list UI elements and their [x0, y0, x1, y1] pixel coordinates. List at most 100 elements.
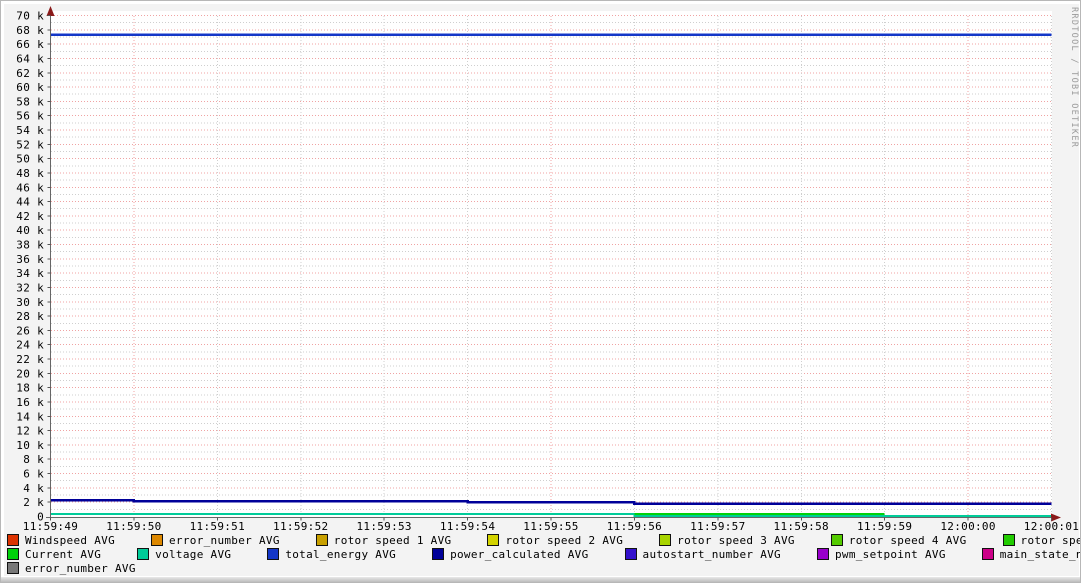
legend-item: voltage AVG: [137, 548, 231, 561]
y-axis-label: 8 k: [23, 453, 44, 466]
x-axis-label: 11:59:56: [607, 520, 662, 533]
legend-item: pwm_setpoint AVG: [817, 548, 946, 561]
y-axis-label: 38 k: [16, 239, 44, 252]
legend-label: rotor speed 3 AVG: [677, 534, 795, 547]
x-axis-label: 11:59:49: [23, 520, 78, 533]
y-axis-label: 44 k: [16, 196, 44, 209]
legend-swatch-icon: [659, 534, 671, 546]
y-axis-label: 42 k: [16, 210, 44, 223]
legend-item: rotor speed 4 AVG: [831, 534, 967, 547]
legend-row: Windspeed AVG error_number AVG rotor speed…: [7, 533, 1081, 547]
y-axis-label: 36 k: [16, 253, 44, 266]
legend-label: pwm_setpoint AVG: [835, 548, 946, 561]
legend-swatch-icon: [487, 534, 499, 546]
rrdtool-graph-page: 70 k68 k66 k64 k 62 k60 k58 k 56 k54 k52 k…: [0, 0, 1081, 583]
legend-swatch-icon: [267, 548, 279, 560]
y-axis-label: 56 k: [16, 110, 44, 123]
x-axis-label: 11:59:53: [356, 520, 411, 533]
x-axis-label: 11:59:57: [690, 520, 745, 533]
legend-label: error_number AVG: [25, 562, 136, 575]
legend-label: total_energy AVG: [285, 548, 396, 561]
x-axis-label: 12:00:01: [1024, 520, 1079, 533]
y-axis-label: 20 k: [16, 367, 44, 380]
y-axis-label: 62 k: [16, 67, 44, 80]
legend-item: power_calculated AVG: [432, 548, 588, 561]
legend-label: Windspeed AVG: [25, 534, 115, 547]
legend-row: error_number AVG: [7, 561, 1081, 575]
legend-label: voltage AVG: [155, 548, 231, 561]
legend-item: autostart_number AVG: [625, 548, 781, 561]
legend-swatch-icon: [625, 548, 637, 560]
y-axis-label: 50 k: [16, 153, 44, 166]
y-axis-label: 10 k: [16, 439, 44, 452]
y-axis-label: 70 k: [16, 10, 44, 23]
legend-swatch-icon: [7, 548, 19, 560]
legend-item: rotor speed 3 AVG: [659, 534, 795, 547]
legend-swatch-icon: [432, 548, 444, 560]
y-axis-label: 66 k: [16, 38, 44, 51]
legend-swatch-icon: [831, 534, 843, 546]
legend-swatch-icon: [982, 548, 994, 560]
legend-swatch-icon: [7, 562, 19, 574]
legend-label: power_calculated AVG: [450, 548, 588, 561]
x-axis-label: 11:59:54: [440, 520, 495, 533]
legend-item: error_number AVG: [7, 562, 136, 575]
y-axis-label: 40 k: [16, 224, 44, 237]
y-axis-label: 32 k: [16, 281, 44, 294]
y-axis-label: 18 k: [16, 382, 44, 395]
y-axis-label: 4 k: [23, 482, 44, 495]
y-axis-label: 6 k: [23, 468, 44, 481]
x-axis-label: 11:59:52: [273, 520, 328, 533]
legend-item: rotor speed 2 AVG: [487, 534, 623, 547]
legend-label: main_state_number AVG: [1000, 548, 1081, 561]
legend-item: rotor speed 5 AVG: [1003, 534, 1081, 547]
y-axis-label: 24 k: [16, 339, 44, 352]
legend-swatch-icon: [151, 534, 163, 546]
legend-swatch-icon: [7, 534, 19, 546]
x-axis-label: 11:59:58: [774, 520, 829, 533]
y-axis-label: 30 k: [16, 296, 44, 309]
legend-item: Current AVG: [7, 548, 101, 561]
y-axis-label: 60 k: [16, 81, 44, 94]
legend-label: rotor speed 4 AVG: [849, 534, 967, 547]
watermark: RRDTOOL / TOBI OETIKER: [1069, 7, 1079, 148]
legend-item: rotor speed 1 AVG: [316, 534, 452, 547]
legend-label: rotor speed 2 AVG: [505, 534, 623, 547]
x-axis-label: 11:59:50: [106, 520, 161, 533]
y-axis-label: 54 k: [16, 124, 44, 137]
chart-canvas: 70 k68 k66 k64 k 62 k60 k58 k 56 k54 k52 k…: [1, 1, 1081, 583]
legend-label: rotor speed 5 AVG: [1021, 534, 1081, 547]
y-axis-label: 48 k: [16, 167, 44, 180]
x-axis-label: 11:59:59: [857, 520, 912, 533]
legend-label: rotor speed 1 AVG: [334, 534, 452, 547]
y-axis-label: 52 k: [16, 138, 44, 151]
x-axis-label: 11:59:55: [523, 520, 578, 533]
y-axis-labels: 70 k68 k66 k64 k 62 k60 k58 k 56 k54 k52 k…: [16, 10, 44, 524]
y-axis-label: 16 k: [16, 396, 44, 409]
x-axis-label: 11:59:51: [190, 520, 245, 533]
y-axis-label: 12 k: [16, 425, 44, 438]
legend-label: autostart_number AVG: [643, 548, 781, 561]
y-axis-label: 46 k: [16, 181, 44, 194]
legend-swatch-icon: [817, 548, 829, 560]
y-axis-label: 64 k: [16, 52, 44, 65]
y-axis-label: 26 k: [16, 324, 44, 337]
legend-item: Windspeed AVG: [7, 534, 115, 547]
y-axis-label: 58 k: [16, 95, 44, 108]
legend-swatch-icon: [316, 534, 328, 546]
legend-item: error_number AVG: [151, 534, 280, 547]
y-axis-label: 14 k: [16, 410, 44, 423]
legend-row: Current AVG voltage AVG total_energy AVG po…: [7, 547, 1081, 561]
y-axis-label: 28 k: [16, 310, 44, 323]
legend-label: Current AVG: [25, 548, 101, 561]
legend-item: total_energy AVG: [267, 548, 396, 561]
bottom-window-edge: [1, 577, 1080, 582]
x-axis-label: 12:00:00: [940, 520, 995, 533]
y-axis-label: 2 k: [23, 496, 44, 509]
y-axis-label: 68 k: [16, 24, 44, 37]
legend: Windspeed AVG error_number AVG rotor speed…: [7, 533, 1081, 575]
y-axis-label: 34 k: [16, 267, 44, 280]
legend-label: error_number AVG: [169, 534, 280, 547]
y-axis-label: 22 k: [16, 353, 44, 366]
legend-swatch-icon: [1003, 534, 1015, 546]
